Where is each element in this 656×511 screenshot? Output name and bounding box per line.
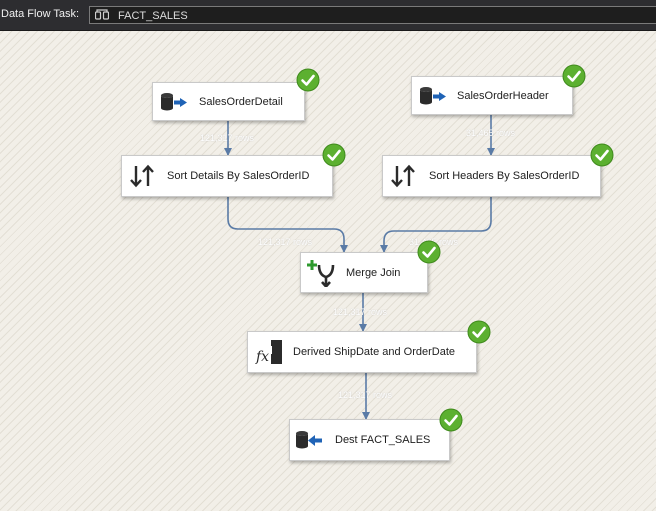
node-label: Derived ShipDate and OrderDate [293, 346, 456, 358]
source-sales-order-header[interactable]: SalesOrderHeader [411, 76, 573, 115]
transform-sort-details[interactable]: Sort Details By SalesOrderID [121, 155, 333, 197]
sort-icon [391, 164, 415, 188]
source-icon [420, 86, 446, 104]
data-flow-task-icon [95, 9, 109, 20]
transform-derived-column[interactable]: fx Derived ShipDate and OrderDate [247, 331, 477, 373]
transform-sort-headers[interactable]: Sort Headers By SalesOrderID [382, 155, 601, 197]
source-icon [161, 92, 187, 110]
success-check-icon [322, 143, 346, 167]
merge-join-icon [307, 259, 335, 287]
success-check-icon [439, 408, 463, 432]
success-check-icon [296, 68, 320, 92]
data-flow-task-name: FACT_SALES [118, 10, 188, 22]
success-check-icon [562, 64, 586, 88]
svg-text:fx: fx [255, 349, 269, 365]
sort-icon [130, 164, 154, 188]
success-check-icon [417, 240, 441, 264]
data-flow-task-select[interactable]: FACT_SALES [89, 6, 656, 24]
derived-column-icon: fx [255, 340, 282, 365]
row-count-label: 121,317 rows [338, 390, 393, 400]
data-flow-task-label: Data Flow Task: [1, 8, 80, 20]
source-sales-order-detail[interactable]: SalesOrderDetail [152, 82, 305, 121]
node-label: Merge Join [346, 266, 401, 279]
data-flow-canvas[interactable]: 121,317 rows 31,465 rows 121,317 rows 31… [0, 31, 656, 511]
row-count-label: 121,317 rows [200, 133, 255, 143]
transform-merge-join[interactable]: Merge Join [300, 252, 428, 293]
node-label: Dest FACT_SALES [335, 434, 431, 446]
node-label: Sort Headers By SalesOrderID [429, 170, 580, 182]
row-count-label: 31,465 rows [466, 128, 516, 138]
destination-fact-sales[interactable]: Dest FACT_SALES [289, 419, 450, 461]
destination-icon [296, 431, 322, 449]
row-count-label: 121,317 rows [333, 307, 388, 317]
node-label: SalesOrderDetail [199, 95, 283, 108]
success-check-icon [467, 320, 491, 344]
row-count-label: 121,317 rows [258, 237, 313, 247]
node-label: Sort Details By SalesOrderID [167, 170, 310, 182]
node-label: SalesOrderHeader [457, 89, 549, 102]
designer-toolbar: Data Flow Task: FACT_SALES [0, 0, 656, 31]
success-check-icon [590, 143, 614, 167]
